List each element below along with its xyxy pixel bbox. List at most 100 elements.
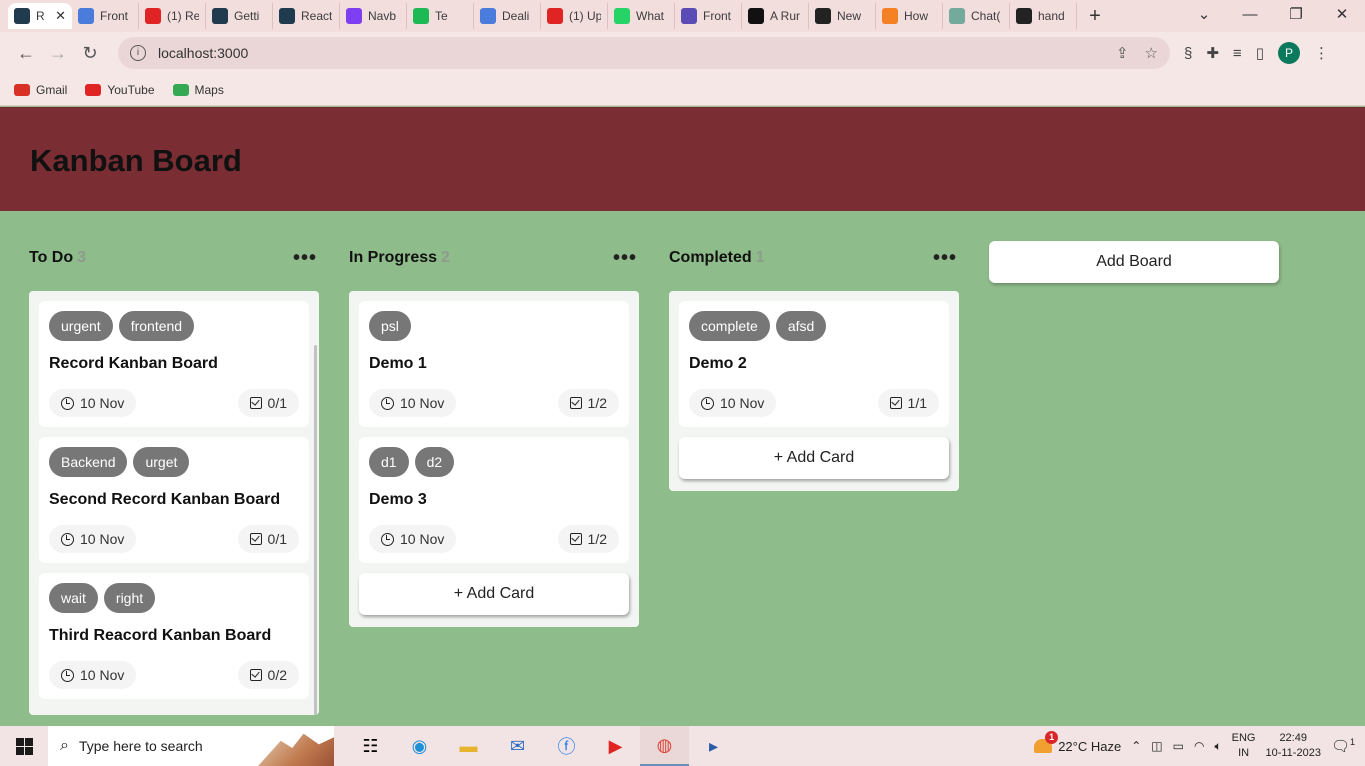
back-button[interactable]: ← bbox=[10, 43, 42, 64]
restore-button[interactable]: ❐ bbox=[1273, 0, 1319, 32]
board-title-text: Completed bbox=[669, 249, 752, 266]
tab-favicon-icon bbox=[949, 8, 965, 24]
tab-favicon-icon bbox=[78, 8, 94, 24]
site-info-icon[interactable]: i bbox=[130, 45, 146, 61]
side-panel-icon[interactable]: ▯ bbox=[1256, 44, 1264, 62]
system-clock[interactable]: 22:49 10-11-2023 bbox=[1265, 731, 1320, 761]
kanban-card[interactable]: urgent frontend Record Kanban Board 10 Nov 0… bbox=[39, 301, 309, 427]
bookmark-youtube[interactable]: YouTube bbox=[85, 83, 155, 97]
kanban-card[interactable]: d1 d2 Demo 3 10 Nov 1/2 bbox=[359, 437, 629, 563]
bookmark-maps[interactable]: Maps bbox=[172, 83, 224, 97]
card-task-progress: 1/2 bbox=[557, 525, 619, 553]
tab-label: Te bbox=[435, 9, 448, 23]
tab-favicon-icon bbox=[882, 8, 898, 24]
bookmark-star-icon[interactable]: ☆ bbox=[1145, 44, 1158, 62]
add-card-button[interactable]: + Add Card bbox=[359, 573, 629, 615]
new-tab-button[interactable]: + bbox=[1077, 5, 1113, 28]
browser-tab[interactable]: React bbox=[273, 3, 340, 29]
board-scrollbar[interactable] bbox=[314, 345, 317, 715]
card-label-chip: urget bbox=[133, 447, 190, 477]
browser-tab[interactable]: (1) Up bbox=[541, 3, 608, 29]
card-date: 10 Nov bbox=[49, 661, 137, 689]
bookmarks-bar: Gmail YouTube Maps bbox=[0, 74, 1365, 106]
clock-date: 10-11-2023 bbox=[1265, 747, 1321, 759]
browser-tab[interactable]: New bbox=[809, 3, 876, 29]
card-task-text: 1/1 bbox=[907, 395, 927, 411]
browser-tab[interactable]: Front bbox=[675, 3, 742, 29]
reload-button[interactable]: ↻ bbox=[74, 43, 106, 64]
battery-icon[interactable]: ▭ bbox=[1173, 739, 1184, 753]
browser-tab[interactable]: (1) Re bbox=[139, 3, 206, 29]
card-date: 10 Nov bbox=[369, 389, 457, 417]
kanban-card[interactable]: Backend urget Second Record Kanban Board 10… bbox=[39, 437, 309, 563]
youtube-icon[interactable]: ▶ bbox=[591, 726, 640, 766]
tab-favicon-icon bbox=[212, 8, 228, 24]
forward-button[interactable]: → bbox=[42, 43, 74, 64]
board-menu-icon[interactable]: ••• bbox=[933, 248, 957, 268]
tab-search-icon[interactable]: ⌄ bbox=[1181, 0, 1227, 32]
browser-tab[interactable]: A Rur bbox=[742, 3, 809, 29]
volume-icon[interactable]: 🔈︎ bbox=[1214, 739, 1221, 754]
card-title: Third Reacord Kanban Board bbox=[49, 627, 272, 644]
tab-label: Chat( bbox=[971, 9, 1001, 23]
tab-favicon-icon bbox=[480, 8, 496, 24]
weather-widget[interactable]: 1 22°C Haze bbox=[1034, 731, 1121, 754]
card-labels: complete afsd bbox=[689, 311, 939, 341]
task-view-icon[interactable]: ☷ bbox=[346, 726, 395, 766]
extensions-puzzle-icon[interactable]: ✚ bbox=[1206, 44, 1219, 62]
kanban-card[interactable]: wait right Third Reacord Kanban Board 10 No… bbox=[39, 573, 309, 699]
media-queue-icon[interactable]: ≡ bbox=[1233, 45, 1242, 62]
file-explorer-icon[interactable]: ▬ bbox=[444, 726, 493, 766]
language-indicator[interactable]: ENG IN bbox=[1232, 731, 1256, 761]
notifications-icon[interactable]: 🗨︎1 bbox=[1331, 737, 1355, 755]
browser-tab[interactable]: Front bbox=[72, 3, 139, 29]
add-card-button[interactable]: + Add Card bbox=[679, 437, 949, 479]
facebook-icon[interactable]: ⓕ bbox=[542, 726, 591, 766]
card-title: Demo 1 bbox=[369, 355, 427, 372]
browser-tab[interactable]: R ✕ bbox=[8, 3, 72, 29]
meet-icon[interactable]: ◫ bbox=[1151, 739, 1162, 753]
clock-time: 22:49 bbox=[1279, 732, 1307, 744]
show-hidden-icons-icon[interactable]: ⌃ bbox=[1131, 739, 1141, 753]
browser-toolbar: ← → ↻ i localhost:3000 ⇪ ☆ § ✚ ≡ ▯ P ⋮ bbox=[0, 32, 1365, 74]
close-window-button[interactable]: ✕ bbox=[1319, 0, 1365, 32]
add-board-button[interactable]: Add Board bbox=[989, 241, 1279, 283]
close-tab-icon[interactable]: ✕ bbox=[55, 8, 66, 24]
card-task-text: 1/2 bbox=[587, 395, 607, 411]
browser-tab[interactable]: Getti bbox=[206, 3, 273, 29]
board-menu-icon[interactable]: ••• bbox=[293, 248, 317, 268]
extension-s-icon[interactable]: § bbox=[1184, 45, 1192, 62]
minimize-button[interactable]: — bbox=[1227, 0, 1273, 32]
browser-tab[interactable]: How bbox=[876, 3, 943, 29]
mail-icon[interactable]: ✉ bbox=[493, 726, 542, 766]
card-task-progress: 0/2 bbox=[237, 661, 299, 689]
tab-favicon-icon bbox=[413, 8, 429, 24]
profile-avatar[interactable]: P bbox=[1277, 42, 1300, 64]
kanban-card[interactable]: psl Demo 1 10 Nov 1/2 bbox=[359, 301, 629, 427]
kanban-card[interactable]: complete afsd Demo 2 10 Nov 1/1 bbox=[679, 301, 949, 427]
card-footer: 10 Nov 1/2 bbox=[369, 525, 619, 553]
powershell-icon[interactable]: ▸ bbox=[689, 726, 738, 766]
browser-tab[interactable]: Chat( bbox=[943, 3, 1010, 29]
browser-tab[interactable]: Te bbox=[407, 3, 474, 29]
share-icon[interactable]: ⇪ bbox=[1116, 44, 1129, 62]
browser-tab[interactable]: Deali bbox=[474, 3, 541, 29]
card-task-text: 1/2 bbox=[587, 531, 607, 547]
menu-kebab-icon[interactable]: ⋮ bbox=[1314, 44, 1329, 62]
edge-icon[interactable]: ◉ bbox=[395, 726, 444, 766]
address-bar[interactable]: i localhost:3000 ⇪ ☆ bbox=[118, 37, 1170, 69]
browser-tab[interactable]: Navb bbox=[340, 3, 407, 29]
card-title: Demo 3 bbox=[369, 491, 427, 508]
wifi-icon[interactable]: ◠ bbox=[1194, 739, 1204, 753]
board-title: To Do 3 bbox=[29, 249, 86, 267]
tab-label: A Rur bbox=[770, 9, 801, 23]
browser-tab[interactable]: hand bbox=[1010, 3, 1077, 29]
browser-tab[interactable]: What bbox=[608, 3, 675, 29]
start-button[interactable] bbox=[0, 737, 48, 755]
board-column: In Progress 2 ••• psl Demo 1 10 Nov 1/2 d1 d2 Dem… bbox=[349, 240, 639, 627]
clock-icon bbox=[61, 396, 74, 410]
bookmark-gmail[interactable]: Gmail bbox=[14, 83, 67, 97]
taskbar-search-box[interactable]: ⌕ Type here to search bbox=[48, 726, 334, 766]
board-menu-icon[interactable]: ••• bbox=[613, 248, 637, 268]
chrome-icon[interactable]: ◍ bbox=[640, 726, 689, 766]
